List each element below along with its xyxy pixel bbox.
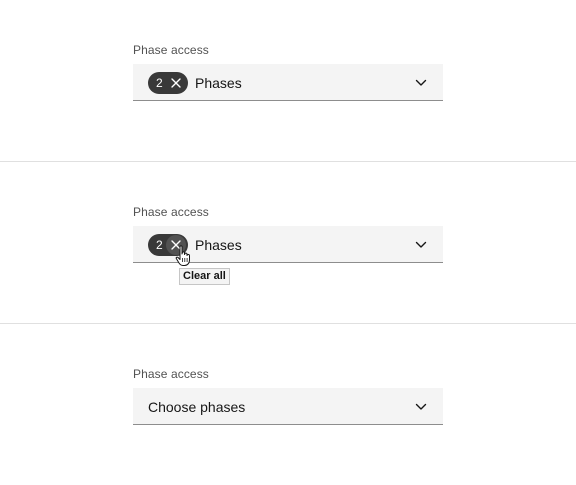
clear-all-tooltip: Clear all bbox=[179, 268, 230, 285]
phase-multiselect[interactable]: 2 Phases bbox=[133, 64, 443, 101]
multiselect-empty-state: Phase access Choose phases bbox=[0, 324, 576, 485]
chevron-down-icon bbox=[415, 403, 427, 410]
close-icon[interactable] bbox=[166, 73, 186, 93]
selection-count: 2 bbox=[156, 238, 163, 252]
field-label: Phase access bbox=[133, 367, 209, 381]
multiselect-hover-state: Phase access 2 Phases bbox=[0, 162, 576, 323]
multiselect-default-state: Phase access 2 Phases bbox=[0, 0, 576, 161]
phase-access-field: Phase access Choose phases bbox=[133, 367, 443, 425]
select-placeholder-text: Choose phases bbox=[148, 399, 246, 415]
select-value-text: Phases bbox=[195, 237, 242, 253]
field-label: Phase access bbox=[133, 43, 209, 57]
chevron-down-icon bbox=[415, 241, 427, 248]
chevron-down-icon bbox=[415, 79, 427, 86]
phase-multiselect[interactable]: Choose phases bbox=[133, 388, 443, 425]
phase-access-field: Phase access 2 Phases bbox=[133, 43, 443, 101]
field-label: Phase access bbox=[133, 205, 209, 219]
select-value-text: Phases bbox=[195, 75, 242, 91]
pointer-hand-icon bbox=[175, 245, 190, 266]
selection-count: 2 bbox=[156, 76, 163, 90]
selection-count-tag: 2 bbox=[148, 72, 188, 94]
